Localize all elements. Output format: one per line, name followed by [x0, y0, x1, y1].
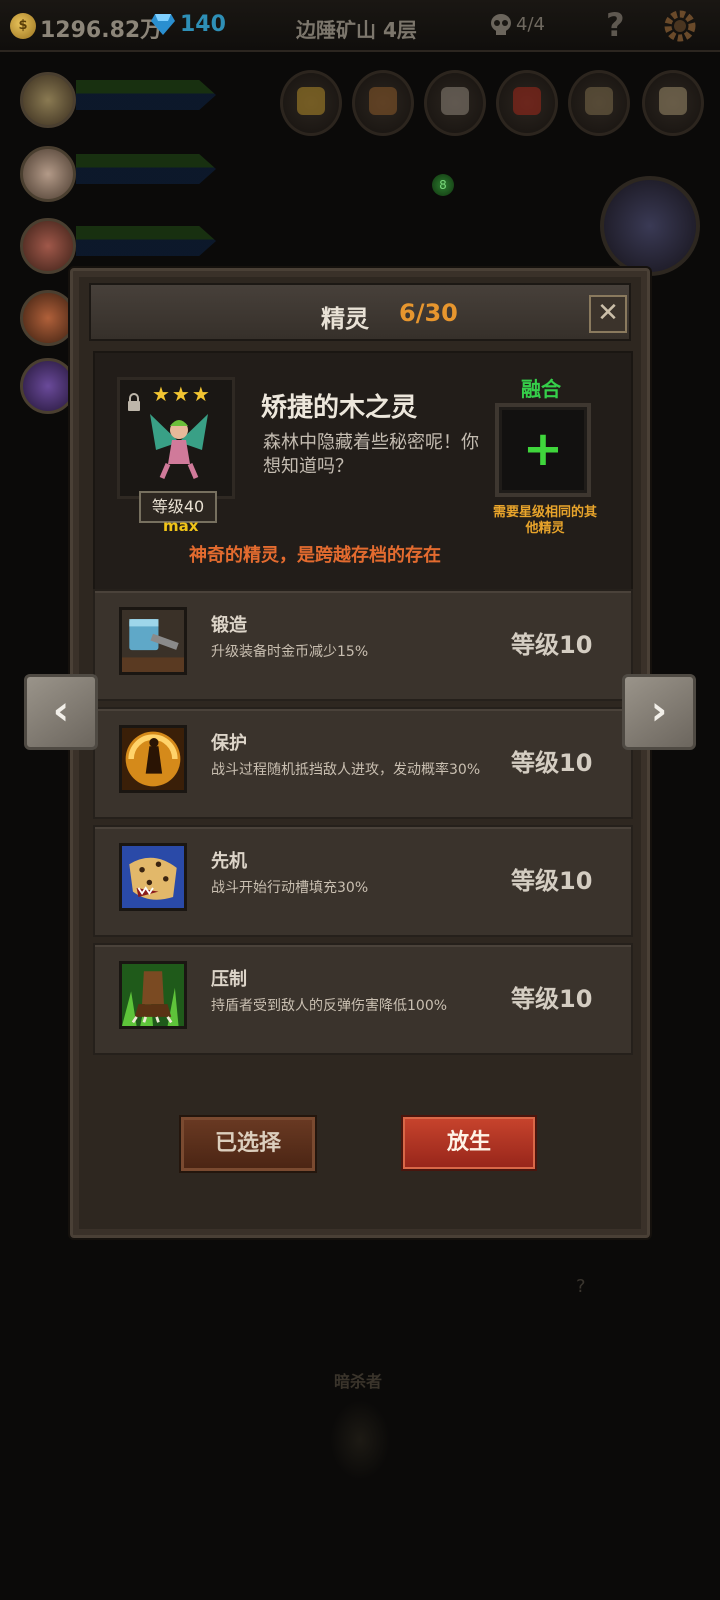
- skill-level: 等级10: [511, 631, 593, 659]
- skill-description: 升级装备时金币减少15%: [211, 644, 369, 660]
- green-orb[interactable]: 8: [432, 174, 454, 196]
- skill-name: 先机: [211, 851, 247, 872]
- skill-row: 锻造 升级装备时金币减少15% 等级10: [93, 589, 633, 701]
- bell-icon[interactable]: [642, 70, 704, 136]
- gem-amount: 140: [180, 12, 226, 37]
- dialog-title: 精灵: [321, 305, 369, 333]
- hero-avatar: [20, 218, 76, 274]
- hero-slot[interactable]: [14, 140, 224, 206]
- enemy-name-label: 暗杀者: [334, 1372, 383, 1391]
- skill-level: 等级10: [511, 749, 593, 777]
- spirit-count: 6/30: [399, 299, 458, 327]
- hero-avatar: [20, 358, 76, 414]
- max-level-label: max: [163, 517, 199, 535]
- plus-icon: +: [522, 421, 564, 477]
- hero-health-bar: [76, 226, 216, 256]
- skill-name: 锻造: [211, 615, 247, 636]
- fairy-icon: [150, 414, 208, 479]
- eagle-icon[interactable]: [424, 70, 486, 136]
- skill-description: 战斗过程随机抵挡敌人进攻，发动概率30%: [211, 762, 481, 778]
- gold-amount: 1296.82万: [40, 18, 163, 43]
- skull-icon: [491, 14, 511, 35]
- skill-row: 先机 战斗开始行动槽填充30% 等级10: [93, 825, 633, 937]
- skill-description: 持盾者受到敌人的反弹伤害降低100%: [211, 998, 448, 1014]
- diamond-icon: [151, 14, 175, 35]
- shield-aura-icon: [119, 725, 187, 793]
- dialog-header: 精灵 6/30 ✕: [89, 283, 631, 341]
- spirit-portal[interactable]: [600, 176, 700, 276]
- selected-button[interactable]: 已选择: [179, 1115, 317, 1173]
- fuse-slot-button[interactable]: +: [495, 403, 591, 497]
- flute-icon[interactable]: [568, 70, 630, 136]
- skill-level: 等级10: [511, 867, 593, 895]
- previous-spirit-button[interactable]: ‹: [24, 674, 98, 750]
- hero-health-bar: [76, 80, 216, 110]
- skill-name: 保护: [211, 733, 247, 754]
- pouch-icon[interactable]: [352, 70, 414, 136]
- enemy-figure[interactable]: [330, 1400, 390, 1480]
- skill-row: 保护 战斗过程随机抵挡敌人进攻，发动概率30% 等级10: [93, 707, 633, 819]
- hero-slot[interactable]: [14, 66, 224, 132]
- kill-counter: 4/4: [516, 14, 545, 35]
- skill-row: 压制 持盾者受到敌人的反弹伤害降低100% 等级10: [93, 943, 633, 1055]
- hero-avatar: [20, 290, 76, 346]
- help-button[interactable]: ?: [606, 6, 625, 44]
- hero-avatar: [20, 146, 76, 202]
- mystery-marker[interactable]: ?: [576, 1276, 586, 1297]
- spirit-name: 矫捷的木之灵: [261, 393, 418, 423]
- spirit-description: 森林中隐藏着些秘密呢！你想知道吗？: [263, 432, 479, 477]
- spirit-tagline: 神奇的精灵，是跨越存档的存在: [189, 545, 441, 566]
- hammer-icon: [119, 607, 187, 675]
- fuse-title: 融合: [521, 377, 561, 401]
- fuse-requirement-note: 需要星级相同的其他精灵: [493, 505, 598, 536]
- leopard-icon: [119, 843, 187, 911]
- spirit-info-panel: ★★★ 等级40 max 矫捷的木之灵 森林中隐藏着些秘密呢！你想知道吗？ 融合…: [93, 351, 633, 593]
- spirit-dialog: 精灵 6/30 ✕ ★★★ 等级40 max 矫捷的木之灵 森林中隐藏着些秘密呢…: [70, 268, 650, 1238]
- axe-icon[interactable]: [496, 70, 558, 136]
- hero-health-bar: [76, 154, 216, 184]
- gear-icon[interactable]: [662, 8, 698, 44]
- feather-icon[interactable]: [280, 70, 342, 136]
- skill-name: 压制: [211, 969, 247, 990]
- lock-icon[interactable]: [126, 392, 142, 412]
- gold-coin-icon: $: [10, 13, 36, 39]
- skill-level: 等级10: [511, 985, 593, 1013]
- dungeon-level-name: 边陲矿山 4层: [296, 18, 417, 42]
- top-bar: $ 1296.82万 140 边陲矿山 4层 4/4 ?: [0, 0, 720, 52]
- next-spirit-button[interactable]: ›: [622, 674, 696, 750]
- beast-claw-icon: [119, 961, 187, 1029]
- star-rating: ★★★: [152, 382, 212, 406]
- close-button[interactable]: ✕: [589, 295, 627, 333]
- release-button[interactable]: 放生: [401, 1115, 537, 1171]
- hero-avatar: [20, 72, 76, 128]
- skill-description: 战斗开始行动槽填充30%: [211, 880, 369, 896]
- spirit-portrait[interactable]: ★★★: [117, 377, 235, 499]
